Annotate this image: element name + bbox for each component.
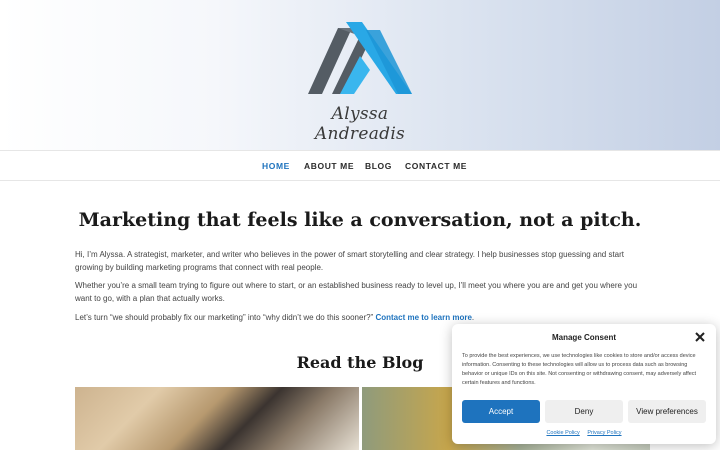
nav-blog[interactable]: BLOG bbox=[365, 161, 392, 171]
cta-end: . bbox=[471, 313, 475, 322]
cookie-policy-link[interactable]: Cookie Policy bbox=[546, 430, 579, 436]
nav-contact-me[interactable]: CONTACT ME bbox=[405, 161, 467, 171]
blog-post-image[interactable] bbox=[75, 387, 359, 450]
cta-paragraph: Let’s turn “we should probably fix our m… bbox=[75, 311, 650, 324]
view-preferences-button[interactable]: View preferences bbox=[628, 400, 706, 423]
site-header: Alyssa Andreadis bbox=[0, 0, 720, 150]
services-paragraph: Whether you’re a small team trying to fi… bbox=[75, 281, 638, 303]
cta-text: Let’s turn “we should probably fix our m… bbox=[75, 313, 376, 322]
intro-paragraph: Hi, I’m Alyssa. A strategist, marketer, … bbox=[75, 250, 624, 272]
deny-button[interactable]: Deny bbox=[545, 400, 623, 423]
accept-button[interactable]: Accept bbox=[462, 400, 540, 423]
privacy-policy-link[interactable]: Privacy Policy bbox=[587, 430, 621, 436]
consent-links: Cookie Policy Privacy Policy bbox=[452, 430, 716, 436]
nav-home[interactable]: HOME bbox=[262, 161, 290, 171]
close-icon[interactable] bbox=[693, 330, 707, 344]
logo-icon[interactable] bbox=[300, 16, 420, 98]
nav-about-me[interactable]: ABOUT ME bbox=[304, 161, 354, 171]
contact-link[interactable]: Contact me to learn more bbox=[375, 313, 471, 322]
consent-description: To provide the best experiences, we use … bbox=[462, 353, 697, 386]
cookie-consent-dialog: Manage Consent To provide the best exper… bbox=[452, 324, 716, 444]
main-navigation: HOME ABOUT ME BLOG CONTACT ME bbox=[0, 150, 720, 181]
consent-title: Manage Consent bbox=[551, 333, 616, 342]
page-headline: Marketing that feels like a conversation… bbox=[78, 209, 642, 231]
site-signature: Alyssa Andreadis bbox=[314, 104, 406, 144]
